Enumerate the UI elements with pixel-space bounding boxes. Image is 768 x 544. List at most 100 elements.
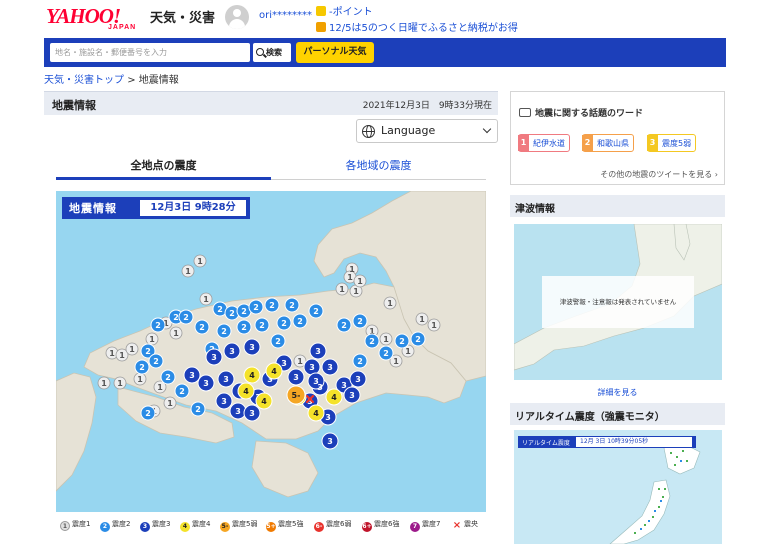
yahoo-japan-logo[interactable]: YAHOO! JAPAN [46, 4, 142, 32]
trend-word-3[interactable]: 3 震度5弱 [647, 134, 697, 152]
svg-text:1: 1 [383, 335, 389, 344]
svg-text:1: 1 [167, 399, 173, 408]
legend-label: 震度6強 [374, 520, 400, 528]
updated-datetime: 2021年12月3日 9時33分現在 [362, 101, 492, 111]
personal-weather-button[interactable]: パーソナル天気 [296, 42, 374, 63]
search-bar: 検索 パーソナル天気 [44, 38, 726, 67]
svg-text:1: 1 [357, 277, 363, 286]
legend-symbol: 5+ [266, 522, 276, 532]
legend-label: 震度3 [152, 520, 171, 528]
svg-text:3: 3 [293, 373, 299, 382]
legend-label: 震度1 [72, 520, 91, 528]
svg-text:2: 2 [229, 309, 235, 318]
tab-all-points[interactable]: 全地点の震度 [56, 152, 271, 180]
svg-text:2: 2 [139, 363, 145, 372]
intensity-legend: 1 震度1 2 震度2 3 震度3 4 震度4 5- 震度5弱 5+ 震度5強 6- 震度6弱… [56, 517, 496, 533]
chevron-down-icon [482, 124, 492, 134]
svg-text:3: 3 [249, 409, 255, 418]
legend-symbol: 3 [140, 522, 150, 532]
svg-text:1: 1 [119, 351, 125, 360]
map-time-badge: 地震情報 12月3日 9時28分 [62, 197, 250, 219]
svg-text:2: 2 [281, 319, 287, 328]
trend-rank: 3 [647, 135, 658, 151]
view-tabs: 全地点の震度 各地域の震度 [56, 152, 486, 180]
svg-text:2: 2 [369, 337, 375, 346]
svg-text:3: 3 [203, 379, 209, 388]
trend-word-2[interactable]: 2 和歌山県 [582, 134, 634, 152]
section-title[interactable]: 天気・災害 [150, 7, 215, 26]
globe-icon [362, 125, 375, 138]
svg-text:2: 2 [253, 303, 259, 312]
monitor-bar-label: リアルタイム震度 [522, 440, 570, 447]
language-select[interactable]: Language [356, 119, 498, 143]
legend-symbol: × [452, 520, 462, 531]
legend-label: 震度5強 [278, 520, 304, 528]
legend-item: 4 震度4 [180, 519, 210, 532]
points-icon [316, 6, 326, 16]
svg-text:1: 1 [297, 357, 303, 366]
search-button[interactable]: 検索 [253, 43, 291, 62]
legend-label: 震央 [464, 520, 478, 528]
svg-text:1: 1 [197, 257, 203, 266]
tsunami-detail-link[interactable]: 詳細を見る [510, 387, 725, 398]
svg-text:2: 2 [357, 357, 363, 366]
campaign-link[interactable]: 12/5は5のつく日曜でふるさと納税がお得 [316, 19, 518, 34]
trend-rank: 1 [518, 135, 529, 151]
svg-text:2: 2 [297, 317, 303, 326]
trend-word: 震度5弱 [662, 139, 692, 148]
svg-text:2: 2 [313, 307, 319, 316]
legend-item: 7 震度7 [410, 519, 440, 532]
username-link[interactable]: ori******** [259, 10, 312, 21]
logo-subtext: JAPAN [108, 24, 137, 31]
legend-label: 震度6弱 [326, 520, 352, 528]
svg-text:2: 2 [241, 323, 247, 332]
legend-label: 震度2 [112, 520, 131, 528]
tsunami-map[interactable]: 津波警報・注意報は発表されていません [514, 224, 722, 380]
realtime-monitor-map[interactable]: リアルタイム震度 12月 3日 10時39分05秒 [514, 430, 722, 544]
tab-regions[interactable]: 各地域の震度 [271, 152, 486, 180]
legend-item: 3 震度3 [140, 519, 170, 532]
svg-text:3: 3 [189, 371, 195, 380]
svg-text:3: 3 [349, 391, 355, 400]
more-tweets-link[interactable]: その他の地震のツイートを見る › [600, 169, 718, 180]
svg-text:1: 1 [157, 383, 163, 392]
svg-text:2: 2 [221, 327, 227, 336]
search-button-label: 検索 [266, 48, 282, 57]
svg-text:3: 3 [223, 375, 229, 384]
svg-text:2: 2 [341, 321, 347, 330]
svg-text:4: 4 [243, 387, 249, 396]
realtime-monitor-header: リアルタイム震度（強震モニタ） [510, 403, 725, 425]
legend-symbol: 7 [410, 522, 420, 532]
location-search-input[interactable] [50, 43, 250, 62]
svg-text:1: 1 [101, 379, 107, 388]
svg-text:2: 2 [165, 373, 171, 382]
svg-text:3: 3 [229, 347, 235, 356]
svg-text:4: 4 [261, 397, 267, 406]
svg-text:2: 2 [155, 321, 161, 330]
svg-text:5-: 5- [292, 391, 301, 400]
trend-word-1[interactable]: 1 紀伊水道 [518, 134, 570, 152]
svg-text:3: 3 [327, 437, 333, 446]
legend-item: 5- 震度5弱 [220, 519, 257, 532]
svg-text:2: 2 [145, 347, 151, 356]
page-title: 地震情報 [52, 99, 96, 112]
svg-text:3: 3 [221, 397, 227, 406]
map-badge-time: 12月3日 9時28分 [140, 200, 246, 216]
svg-text:3: 3 [327, 363, 333, 372]
breadcrumb-home-link[interactable]: 天気・災害トップ [44, 75, 124, 86]
avatar[interactable] [225, 5, 249, 29]
campaign-label: 12/5は5のつく日曜でふるさと納税がお得 [329, 23, 518, 34]
svg-text:4: 4 [313, 409, 319, 418]
intensity-5-minus-marker: 5- [286, 385, 306, 405]
gift-icon [316, 22, 326, 32]
svg-text:2: 2 [199, 323, 205, 332]
chat-icon [519, 108, 531, 117]
svg-text:2: 2 [145, 409, 151, 418]
svg-text:2: 2 [357, 317, 363, 326]
legend-item: 6- 震度6弱 [314, 519, 351, 532]
tsunami-status-note: 津波警報・注意報は発表されていません [542, 276, 694, 328]
svg-text:3: 3 [281, 359, 287, 368]
svg-text:1: 1 [109, 349, 115, 358]
points-link[interactable]: -ポイント [316, 3, 373, 18]
seismic-intensity-map[interactable]: 1111 1111 1111 1111 1111 1111 1111 [56, 191, 486, 512]
